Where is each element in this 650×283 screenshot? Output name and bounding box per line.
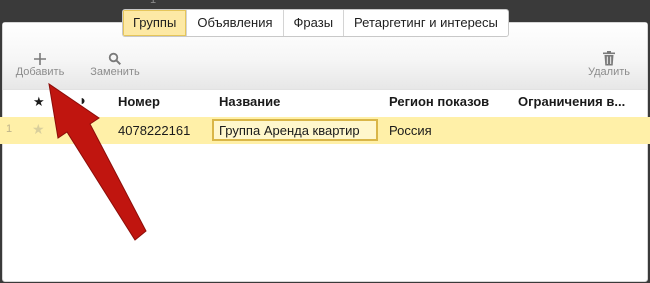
tab-retargeting[interactable]: Ретаргетинг и интересы	[343, 10, 508, 36]
tab-phrases[interactable]: Фразы	[282, 10, 344, 36]
table-header: ★ ◗ Номер Название Регион показов Ограни…	[0, 91, 650, 113]
add-button-label: Добавить	[15, 66, 65, 78]
add-button[interactable]: Добавить	[12, 44, 68, 78]
plus-icon	[12, 44, 68, 66]
star-column-header[interactable]: ★	[33, 94, 45, 110]
group-name-cell[interactable]: Группа Аренда квартир	[212, 119, 378, 141]
column-header-region[interactable]: Регион показов	[389, 94, 489, 109]
column-header-limits[interactable]: Ограничения в...	[518, 94, 625, 109]
tab-groups[interactable]: Группы	[123, 10, 187, 36]
search-icon	[87, 44, 143, 66]
replace-button-label: Заменить	[90, 66, 140, 78]
editor-window: Добавить Заменить Удалить	[2, 22, 648, 282]
tab-bar: Группы Объявления Фразы Ретаргетинг и ин…	[122, 9, 509, 37]
favorite-star-icon[interactable]: ★	[32, 121, 45, 138]
group-region: Россия	[389, 123, 432, 138]
row-index: 1	[6, 123, 13, 135]
column-header-name[interactable]: Название	[219, 94, 280, 109]
column-header-number[interactable]: Номер	[118, 94, 160, 109]
flag-column-header[interactable]: ◗	[79, 92, 87, 108]
delete-button-label: Удалить	[588, 66, 630, 78]
top-line-number: 1	[150, 0, 157, 6]
trash-icon	[585, 44, 633, 66]
group-number: 4078222161	[118, 123, 191, 138]
replace-button[interactable]: Заменить	[87, 44, 143, 78]
delete-button[interactable]: Удалить	[585, 44, 633, 78]
tab-ads[interactable]: Объявления	[186, 10, 282, 36]
